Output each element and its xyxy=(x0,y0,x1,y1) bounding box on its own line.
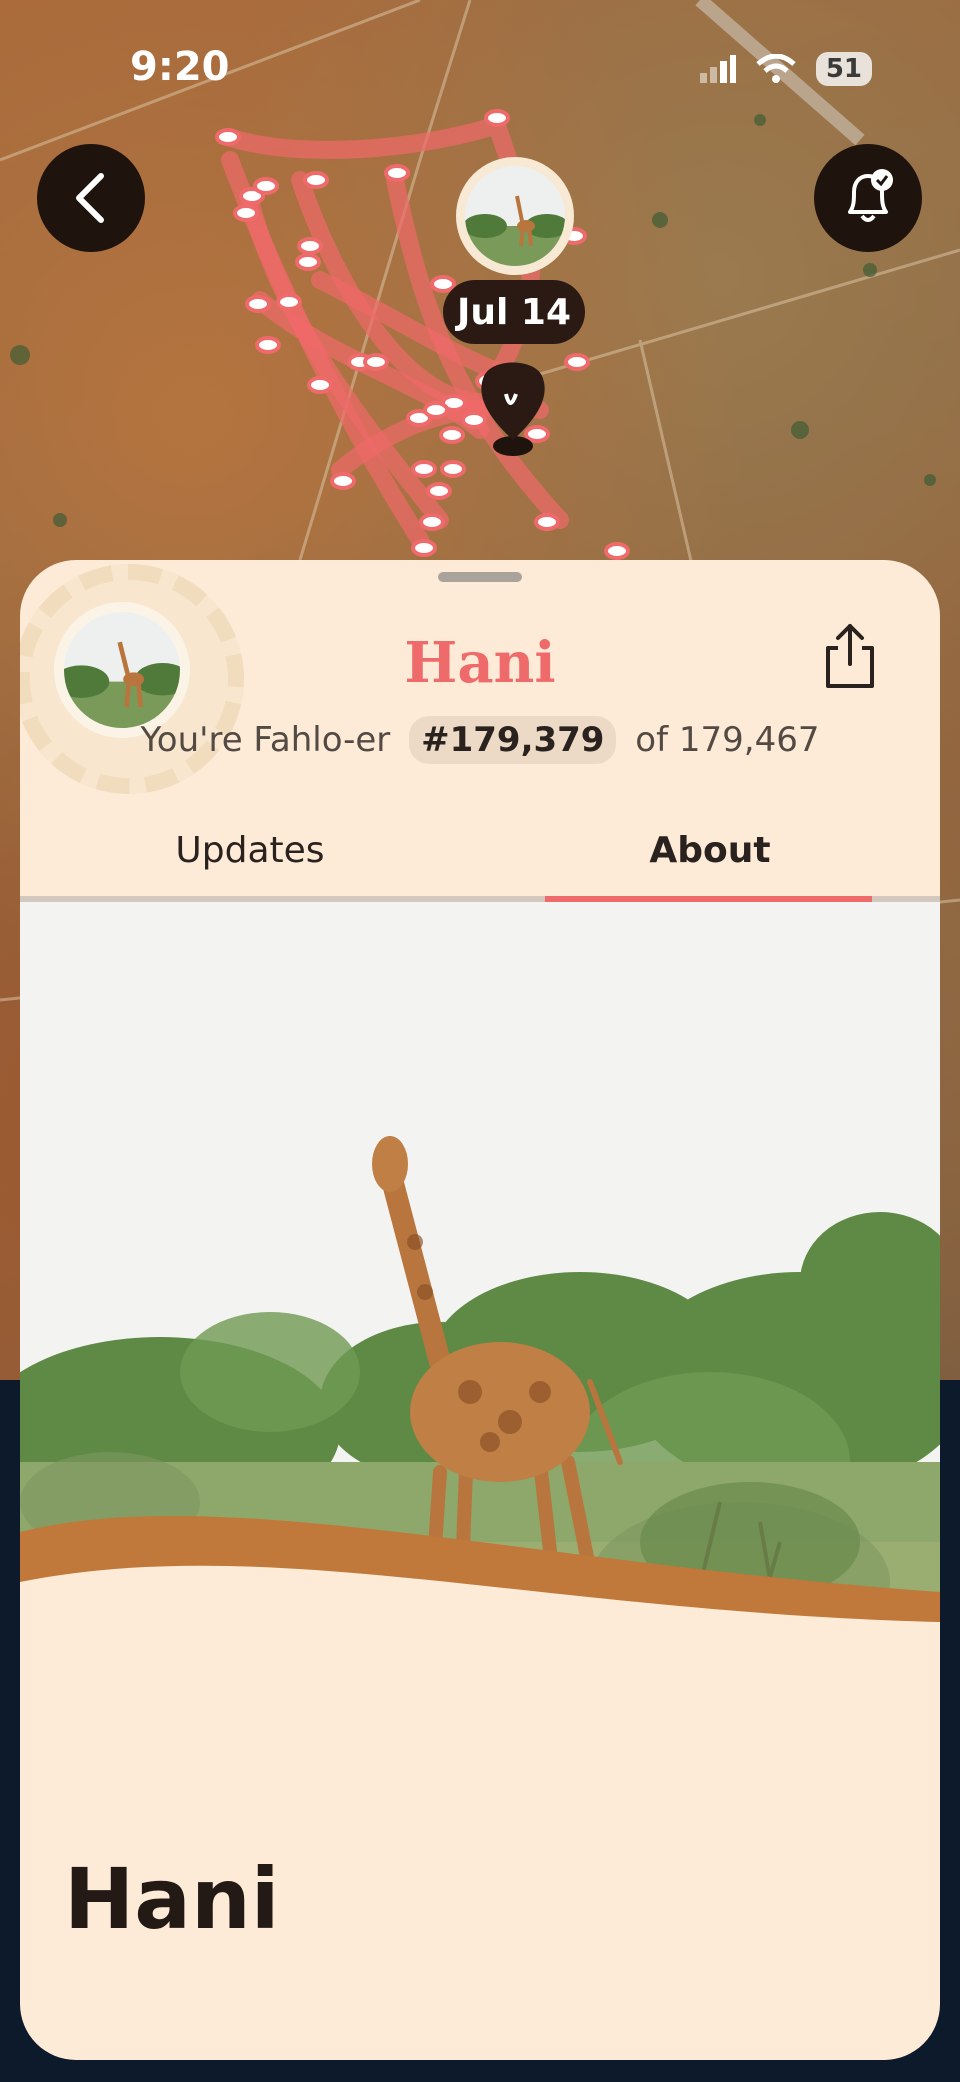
tab-about[interactable]: About xyxy=(480,800,940,904)
back-chevron-icon xyxy=(76,173,104,223)
battery-level: 51 xyxy=(815,52,872,86)
rank-line: You're Fahlo-er #179,379 of 179,467 xyxy=(20,716,940,764)
notifications-button[interactable] xyxy=(814,144,922,252)
status-time: 9:20 xyxy=(130,44,230,90)
share-button[interactable] xyxy=(820,620,880,692)
status-icons: 51 xyxy=(699,52,872,86)
wifi-icon xyxy=(756,54,796,83)
bell-check-icon xyxy=(848,169,893,222)
about-title: Hani xyxy=(64,1850,280,1948)
animal-name: Hani xyxy=(380,630,580,704)
rank-suffix: of 179,467 xyxy=(635,720,820,760)
rank-badge: #179,379 xyxy=(409,716,617,764)
giraffe-icon xyxy=(465,166,565,266)
date-label: Jul 14 xyxy=(443,280,585,344)
share-icon xyxy=(826,624,874,688)
animal-name-wrap: Hani xyxy=(20,630,940,704)
sheet-drag-handle[interactable] xyxy=(438,572,522,582)
signal-icon xyxy=(699,55,736,83)
profile-sheet: Hani You're Fahlo-er #179,379 of 179,467… xyxy=(20,560,940,2060)
tab-updates[interactable]: Updates xyxy=(20,800,480,904)
tab-bar: Updates About xyxy=(20,800,940,904)
rank-prefix: You're Fahlo-er xyxy=(140,720,391,760)
map-animal-avatar[interactable] xyxy=(456,157,574,275)
back-button[interactable] xyxy=(37,144,145,252)
animal-photo xyxy=(20,902,940,1842)
